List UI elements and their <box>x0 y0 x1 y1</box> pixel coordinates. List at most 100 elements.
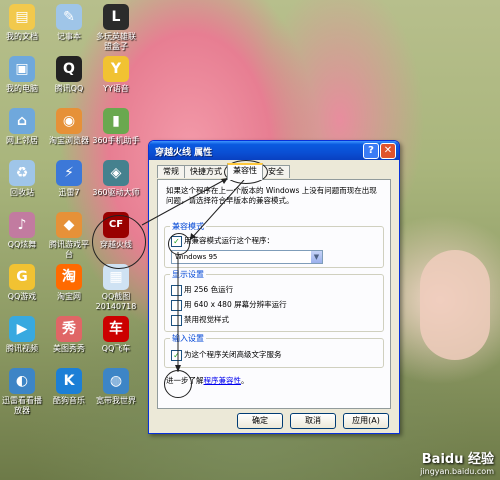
folder-icon: ▤ <box>9 4 35 30</box>
desktop-icon-label: 记事本 <box>57 32 81 41</box>
desktop-icon[interactable]: ◆ 腾讯游戏平 台 <box>45 212 93 260</box>
advanced-text-services-checkbox[interactable]: ✓ <box>171 350 182 361</box>
desktop-icon-label: 360驱动大师 <box>92 188 140 197</box>
notepad-icon: ✎ <box>56 4 82 30</box>
256-color-label: 用 256 色运行 <box>184 285 234 294</box>
watermark-brand: Baidu 经验 <box>421 452 494 467</box>
lol-box-icon: L <box>103 4 129 30</box>
desktop-icon-label: 我的电脑 <box>6 84 38 93</box>
desktop-icon[interactable]: ◈ 360驱动大师 <box>92 160 140 198</box>
compatibility-panel: 如果这个程序在上一个版本的 Windows 上没有问题而现在出现问题，请选择符合… <box>157 179 391 409</box>
desktop-icon-label: 淘宝浏览器 <box>49 136 89 145</box>
desktop-icon[interactable]: ♪ QQ炫舞 <box>0 212 46 250</box>
tab-general[interactable]: 常规 <box>157 165 185 178</box>
desktop-icon[interactable]: 淘淘宝网 <box>45 264 93 302</box>
taobao-icon: 淘 <box>56 264 82 290</box>
desktop-icon-label: QQ游戏 <box>7 292 37 301</box>
desktop-icon[interactable]: ⌂ 网上邻居 <box>0 108 46 146</box>
input-settings-group: 输入设置 ✓ 为这个程序关闭高级文字服务 <box>164 333 384 368</box>
desktop-icon-label: 迅雷7 <box>58 188 80 197</box>
360-phone-icon: ▮ <box>103 108 129 134</box>
desktop-background: ▤ 我的文档 ✎ 记事本 L 多玩英雄联 盟盒子 ▣ 我的电脑 Q 腾讯QQ Y YY语音 ⌂ 网上邻居 ◉… <box>0 0 500 480</box>
desktop-icon[interactable]: L 多玩英雄联 盟盒子 <box>92 4 140 52</box>
desktop-icon-label: 网上邻居 <box>6 136 38 145</box>
annotation-circle-compat-checkbox <box>168 233 190 255</box>
desktop-icon[interactable]: K 酷狗音乐 <box>45 368 93 406</box>
desktop-icon[interactable]: ▶ 腾讯视频 <box>0 316 46 354</box>
desktop-icon[interactable]: Q 腾讯QQ <box>45 56 93 94</box>
640x480-label: 用 640 x 480 屏幕分辨率运行 <box>184 300 287 309</box>
dialog-title: 穿越火线 属性 <box>155 148 213 158</box>
disable-visual-themes-checkbox[interactable] <box>171 315 182 326</box>
compat-os-select[interactable]: Windows 95 ▼ <box>171 250 323 264</box>
computer-icon: ▣ <box>9 56 35 82</box>
256-color-checkbox[interactable] <box>171 285 182 296</box>
desktop-icon[interactable]: ◐ 迅雷看看播 放器 <box>0 368 46 416</box>
compat-mode-title: 兼容模式 <box>170 221 206 232</box>
tab-shortcut[interactable]: 快捷方式 <box>184 165 228 178</box>
cancel-button[interactable]: 取消 <box>290 413 336 429</box>
desktop-icon[interactable]: ▤ 我的文档 <box>0 4 46 42</box>
thunder-icon: ⚡ <box>56 160 82 186</box>
360-driver-icon: ◈ <box>103 160 129 186</box>
baidu-watermark: Baidu 经验 jingyan.baidu.com <box>420 448 494 476</box>
desktop-icon-label: 美图秀秀 <box>53 344 85 353</box>
desktop-icon-label: 迅雷看看播 放器 <box>2 396 42 415</box>
kugou-icon: K <box>56 368 82 394</box>
taobao-browser-icon: ◉ <box>56 108 82 134</box>
desktop-icon[interactable]: ▦ QQ截图 20140718 <box>92 264 140 312</box>
compat-mode-label: 用兼容模式运行这个程序： <box>184 236 274 245</box>
xunlei-player-icon: ◐ <box>9 368 35 394</box>
network-icon: ⌂ <box>9 108 35 134</box>
desktop-icon-label: YY语音 <box>103 84 129 93</box>
globe-icon: ◍ <box>103 368 129 394</box>
desktop-icon-label: 回收站 <box>10 188 34 197</box>
annotation-circle-crossfire <box>92 215 146 269</box>
display-settings-title: 显示设置 <box>170 269 206 280</box>
watermark-url: jingyan.baidu.com <box>420 467 494 476</box>
desktop-icon[interactable]: ◉ 淘宝浏览器 <box>45 108 93 146</box>
desktop-icon-label: 腾讯游戏平 台 <box>49 240 89 259</box>
qq-game-icon: G <box>9 264 35 290</box>
desktop-icon[interactable]: ▣ 我的电脑 <box>0 56 46 94</box>
yy-voice-icon: Y <box>103 56 129 82</box>
disable-visual-themes-label: 禁用视觉样式 <box>184 315 229 324</box>
program-compatibility-link[interactable]: 程序兼容性 <box>204 376 242 385</box>
input-settings-title: 输入设置 <box>170 333 206 344</box>
tab-compatibility[interactable]: 兼容性 <box>227 163 263 180</box>
desktop-icon[interactable]: ◍ 宽带我世界 <box>92 368 140 406</box>
advanced-text-services-label: 为这个程序关闭高级文字服务 <box>184 350 282 359</box>
desktop-icon-label: QQ飞车 <box>101 344 131 353</box>
desktop-icon-label: 淘宝网 <box>57 292 81 301</box>
close-button[interactable]: ✕ <box>380 143 396 159</box>
dialog-titlebar[interactable]: 穿越火线 属性 ? ✕ <box>149 141 399 160</box>
qq-dance-icon: ♪ <box>9 212 35 238</box>
desktop-icon-label: 腾讯QQ <box>54 84 84 93</box>
desktop-icon[interactable]: ♻ 回收站 <box>0 160 46 198</box>
annotation-circle-input-checkbox <box>164 370 192 398</box>
tencent-games-icon: ◆ <box>56 212 82 238</box>
desktop-icon[interactable]: Y YY语音 <box>92 56 140 94</box>
learn-more-suffix: 。 <box>241 376 249 385</box>
desktop-icon[interactable]: ▮ 360手机助手 <box>92 108 140 146</box>
desktop-icon-label: 多玩英雄联 盟盒子 <box>96 32 136 51</box>
qq-penguin-icon: Q <box>56 56 82 82</box>
apply-button[interactable]: 应用(A) <box>343 413 389 429</box>
desktop-icon[interactable]: 车 QQ飞车 <box>92 316 140 354</box>
desktop-icon-label: 宽带我世界 <box>96 396 136 405</box>
desktop-icon[interactable]: ⚡ 迅雷7 <box>45 160 93 198</box>
chevron-down-icon[interactable]: ▼ <box>311 251 322 263</box>
compat-mode-group: 兼容模式 ✓ 用兼容模式运行这个程序： Windows 95 ▼ <box>164 221 384 268</box>
desktop-icon[interactable]: 秀美图秀秀 <box>45 316 93 354</box>
display-settings-group: 显示设置 用 256 色运行 用 640 x 480 屏幕分辨率运行 禁用视觉样… <box>164 269 384 332</box>
desktop-icon-label: QQ截图 20140718 <box>95 292 137 311</box>
640x480-checkbox[interactable] <box>171 300 182 311</box>
ok-button[interactable]: 确定 <box>237 413 283 429</box>
wallpaper-hand <box>420 250 490 360</box>
help-button[interactable]: ? <box>363 143 379 159</box>
desktop-icon[interactable]: ✎ 记事本 <box>45 4 93 42</box>
desktop-icon-label: 酷狗音乐 <box>53 396 85 405</box>
desktop-icon-label: 我的文档 <box>6 32 38 41</box>
desktop-icon-label: 腾讯视频 <box>6 344 38 353</box>
desktop-icon[interactable]: G QQ游戏 <box>0 264 46 302</box>
